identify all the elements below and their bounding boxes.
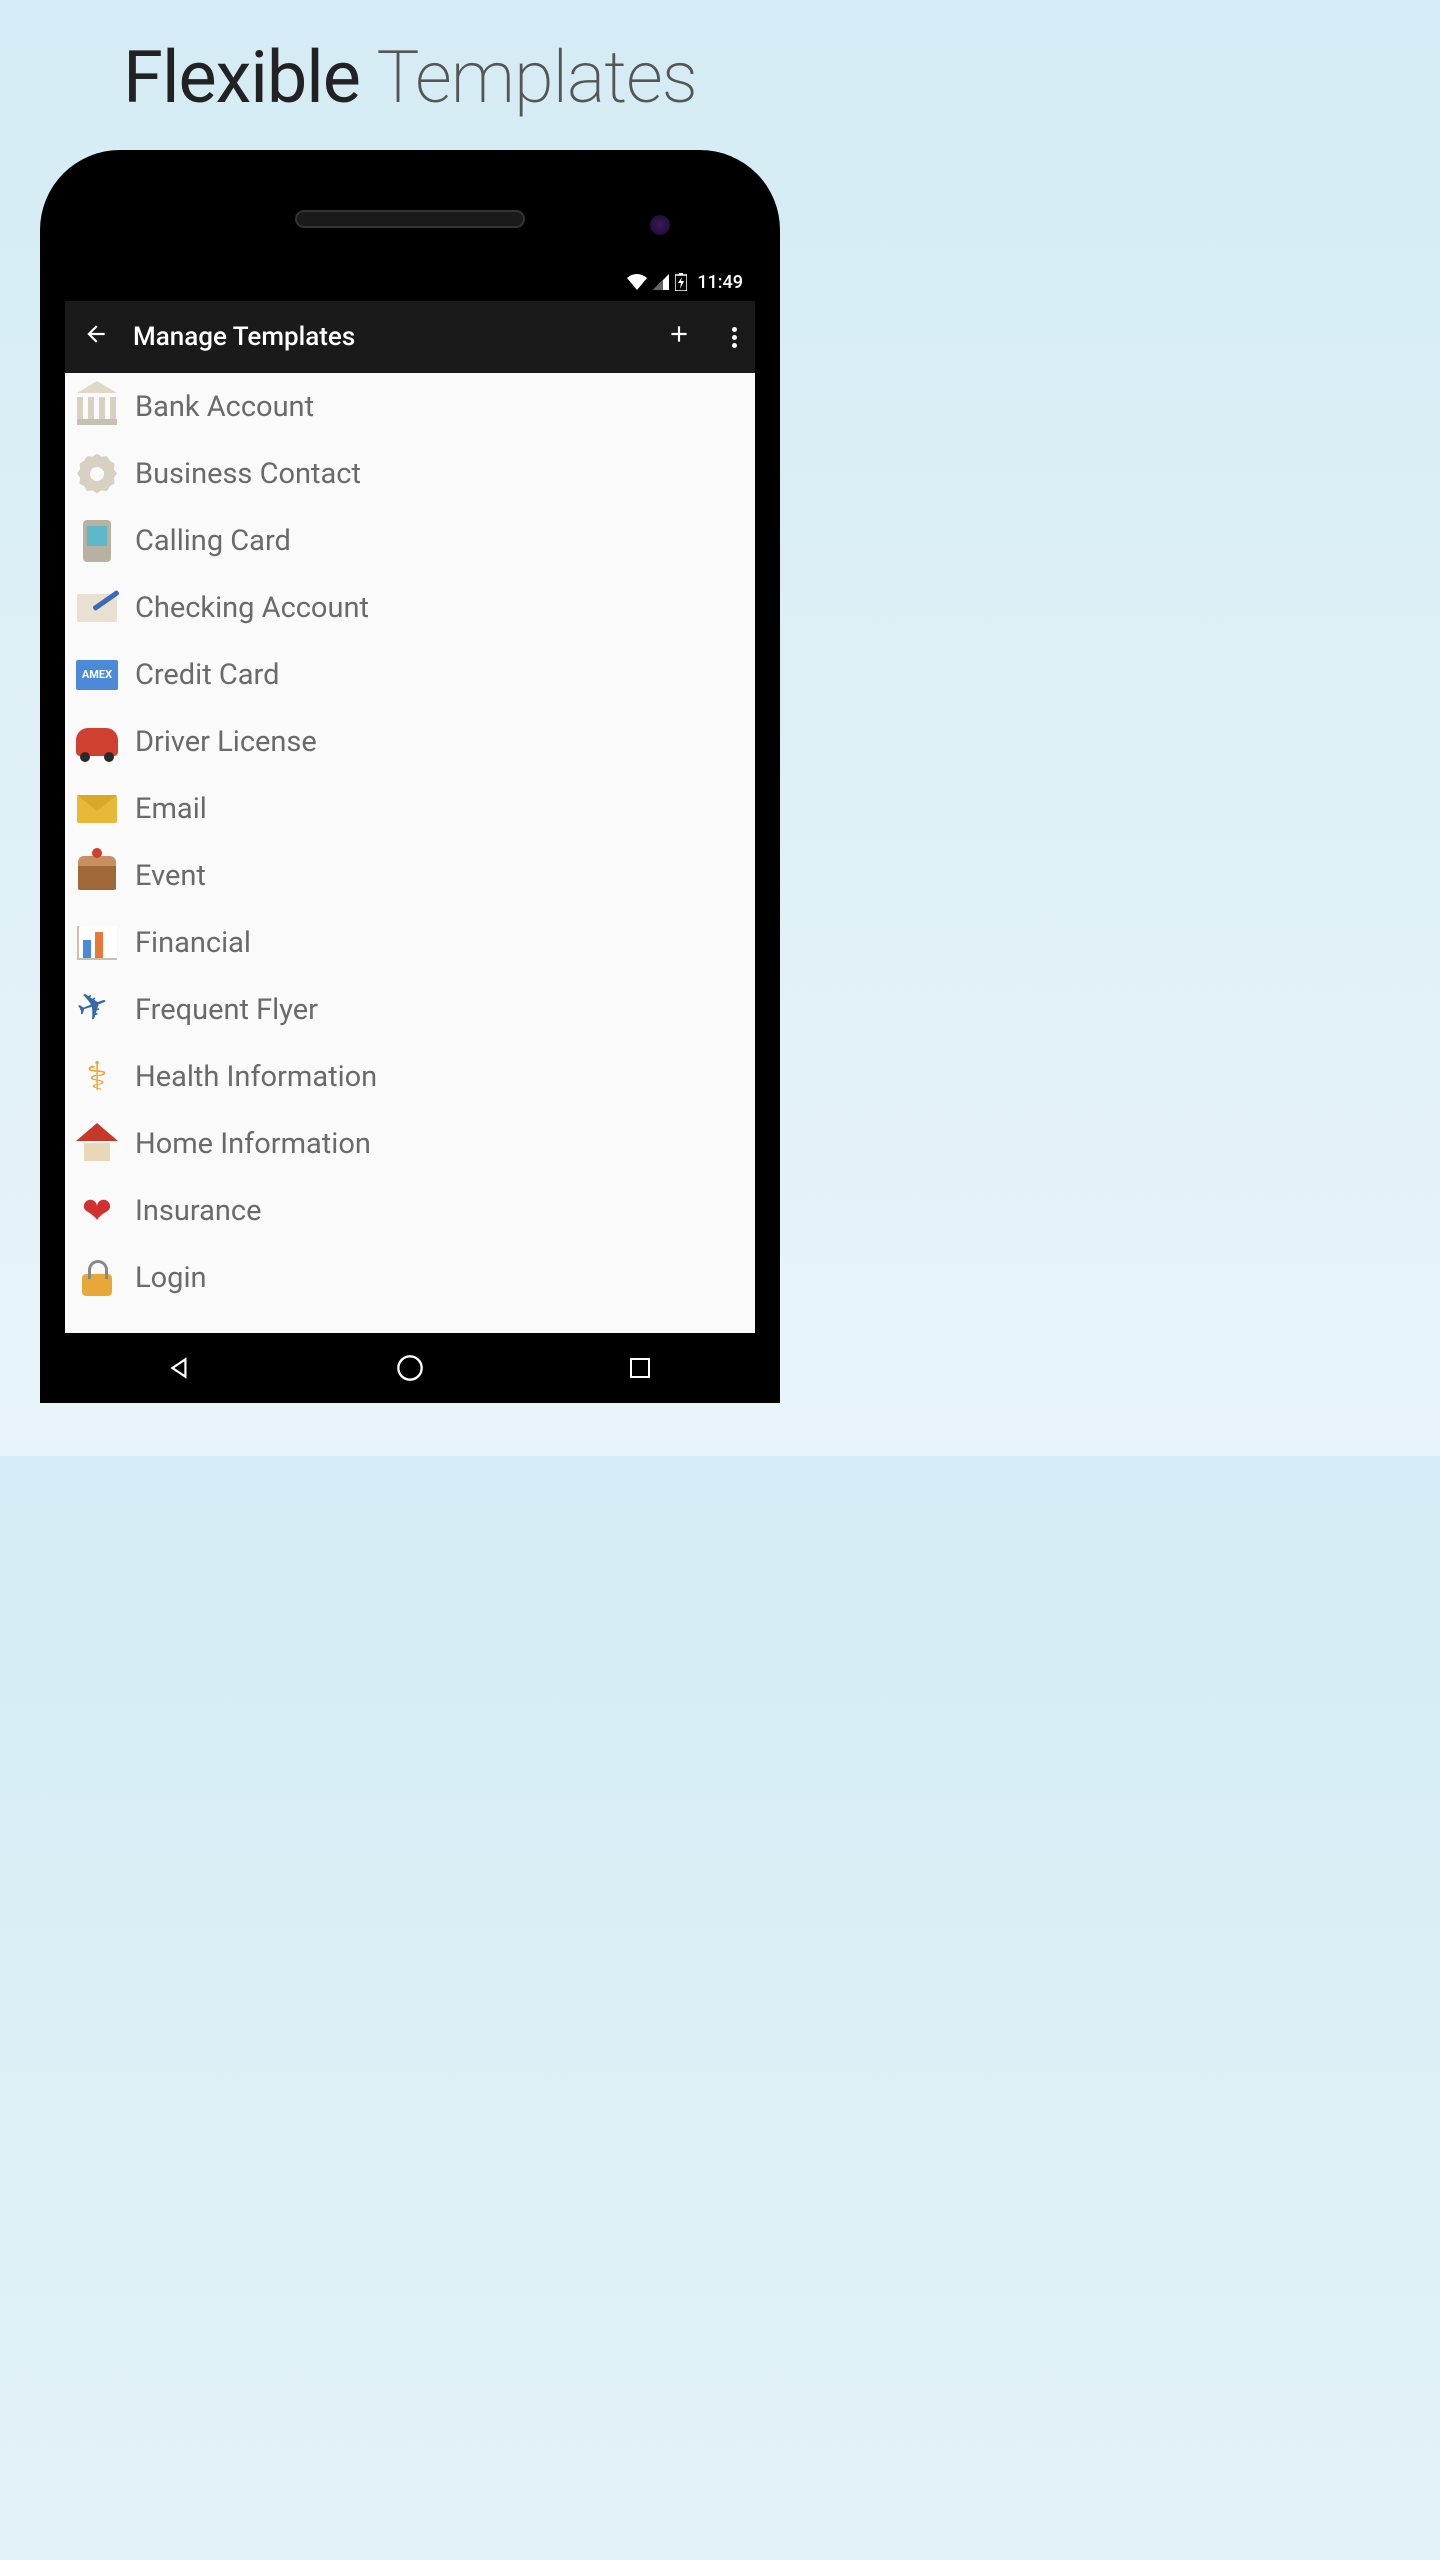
status-bar: 11:49 [65,263,755,301]
phone-device-icon [75,519,119,563]
list-item-label: Calling Card [135,524,291,558]
list-item-label: Event [135,859,206,893]
nav-recent-button[interactable] [622,1350,658,1386]
envelope-icon [75,787,119,831]
list-item[interactable]: Bank Account [65,373,755,440]
bank-icon [75,385,119,429]
list-item[interactable]: Calling Card [65,507,755,574]
cake-icon [75,854,119,898]
signal-icon [653,274,669,290]
list-item-label: Insurance [135,1194,261,1228]
bar-chart-icon [75,921,119,965]
list-item[interactable]: Insurance [65,1177,755,1244]
list-item-label: Business Contact [135,457,361,491]
list-item-label: Financial [135,926,251,960]
list-item-label: Bank Account [135,390,314,424]
plus-icon [666,321,692,347]
list-item-label: Driver License [135,725,317,759]
check-pen-icon [75,586,119,630]
marketing-title-light: Templates [377,35,697,120]
list-item[interactable]: Driver License [65,708,755,775]
list-item[interactable]: Home Information [65,1110,755,1177]
list-item-label: Checking Account [135,591,369,625]
templates-list[interactable]: Bank Account Business Contact Calling Ca… [65,373,755,1333]
caduceus-icon [75,1055,119,1099]
app-bar: Manage Templates [65,301,755,373]
list-item-label: Credit Card [135,658,279,692]
list-item[interactable]: Event [65,842,755,909]
plane-icon [75,988,119,1032]
gear-icon [75,452,119,496]
list-item-label: Email [135,792,207,826]
nav-home-button[interactable] [392,1350,428,1386]
list-item[interactable]: AMEX Credit Card [65,641,755,708]
add-button[interactable] [666,320,692,355]
phone-speaker [295,210,525,228]
list-item-label: Login [135,1261,207,1295]
android-nav-bar [65,1333,755,1403]
amex-card-icon: AMEX [75,653,119,697]
battery-charging-icon [675,273,687,291]
house-icon [75,1122,119,1166]
back-button[interactable] [83,321,109,354]
list-item-label: Frequent Flyer [135,993,318,1027]
circle-home-icon [396,1354,424,1382]
marketing-title: Flexible Templates [0,0,820,120]
list-item[interactable]: Login [65,1244,755,1311]
padlock-icon [75,1256,119,1300]
list-item[interactable]: Email [65,775,755,842]
nav-back-button[interactable] [162,1350,198,1386]
list-item[interactable]: Frequent Flyer [65,976,755,1043]
triangle-back-icon [167,1355,193,1381]
square-recent-icon [628,1356,652,1380]
phone-camera [650,215,670,235]
app-bar-title: Manage Templates [133,322,642,352]
phone-frame: 11:49 Manage Templates Bank Account [40,150,780,1403]
marketing-title-bold: Flexible [123,35,360,120]
wifi-icon [627,274,647,290]
list-item-label: Health Information [135,1060,377,1094]
more-vert-icon [732,327,737,332]
more-button[interactable] [732,327,737,348]
phone-screen: 11:49 Manage Templates Bank Account [65,263,755,1403]
heart-pulse-icon [75,1189,119,1233]
list-item[interactable]: Checking Account [65,574,755,641]
list-item[interactable]: Health Information [65,1043,755,1110]
car-icon [75,720,119,764]
list-item[interactable]: Financial [65,909,755,976]
list-item-label: Home Information [135,1127,371,1161]
arrow-left-icon [83,321,109,347]
list-item[interactable]: Business Contact [65,440,755,507]
status-time: 11:49 [697,272,743,293]
